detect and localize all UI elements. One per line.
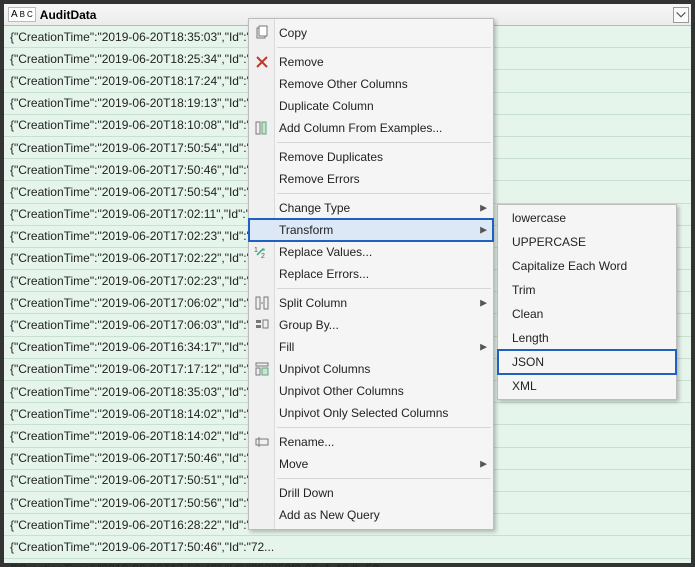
menu-label: Split Column	[279, 296, 347, 310]
menu-copy[interactable]: Copy	[249, 22, 493, 44]
menu-label: Duplicate Column	[279, 99, 374, 113]
submenu-capitalize[interactable]: Capitalize Each Word	[498, 254, 676, 278]
submenu-length[interactable]: Length	[498, 326, 676, 350]
submenu-clean[interactable]: Clean	[498, 302, 676, 326]
menu-label: Capitalize Each Word	[512, 259, 627, 273]
menu-label: Unpivot Only Selected Columns	[279, 406, 448, 420]
table-row[interactable]: {"CreationTime":"2019-06-20T17:50:46","I…	[4, 559, 691, 567]
menu-change-type[interactable]: Change Type ▶	[249, 197, 493, 219]
window: ABC AuditData {"CreationTime":"2019-06-2…	[0, 0, 695, 567]
menu-label: lowercase	[512, 211, 566, 225]
submenu-arrow-icon: ▶	[480, 459, 487, 470]
menu-label: Remove Duplicates	[279, 150, 383, 164]
menu-drill-down[interactable]: Drill Down	[249, 482, 493, 504]
menu-unpivot-other-columns[interactable]: Unpivot Other Columns	[249, 380, 493, 402]
menu-rename[interactable]: Rename...	[249, 431, 493, 453]
submenu-uppercase[interactable]: UPPERCASE	[498, 230, 676, 254]
column-examples-icon	[253, 119, 271, 137]
menu-replace-errors[interactable]: Replace Errors...	[249, 263, 493, 285]
menu-label: Replace Errors...	[279, 267, 369, 281]
submenu-arrow-icon: ▶	[480, 298, 487, 309]
svg-text:2: 2	[261, 253, 265, 260]
menu-remove-duplicates[interactable]: Remove Duplicates	[249, 146, 493, 168]
menu-unpivot-selected-columns[interactable]: Unpivot Only Selected Columns	[249, 402, 493, 424]
menu-label: Copy	[279, 26, 307, 40]
menu-remove[interactable]: Remove	[249, 51, 493, 73]
menu-unpivot-columns[interactable]: Unpivot Columns	[249, 358, 493, 380]
submenu-trim[interactable]: Trim	[498, 278, 676, 302]
menu-remove-errors[interactable]: Remove Errors	[249, 168, 493, 190]
chevron-down-icon	[674, 7, 688, 23]
menu-label: Group By...	[279, 318, 339, 332]
split-column-icon	[253, 294, 271, 312]
menu-label: Change Type	[279, 201, 350, 215]
menu-label: Length	[512, 331, 549, 345]
menu-label: Transform	[279, 223, 333, 237]
menu-remove-other-columns[interactable]: Remove Other Columns	[249, 73, 493, 95]
submenu-lowercase[interactable]: lowercase	[498, 206, 676, 230]
menu-label: Rename...	[279, 435, 334, 449]
type-icon: ABC	[8, 7, 36, 22]
submenu-xml[interactable]: XML	[498, 374, 676, 398]
menu-label: Add as New Query	[279, 508, 380, 522]
unpivot-icon	[253, 360, 271, 378]
menu-label: Add Column From Examples...	[279, 121, 442, 135]
rename-icon	[253, 433, 271, 451]
menu-label: Remove	[279, 55, 324, 69]
submenu-arrow-icon: ▶	[480, 342, 487, 353]
menu-add-as-new-query[interactable]: Add as New Query	[249, 504, 493, 526]
submenu-arrow-icon: ▶	[480, 203, 487, 214]
submenu-json[interactable]: JSON	[498, 350, 676, 374]
group-by-icon	[253, 316, 271, 334]
column-filter-dropdown[interactable]	[673, 7, 689, 23]
menu-duplicate-column[interactable]: Duplicate Column	[249, 95, 493, 117]
menu-fill[interactable]: Fill ▶	[249, 336, 493, 358]
context-menu: Copy Remove Remove Other Columns Duplica…	[248, 18, 494, 530]
table-row[interactable]: {"CreationTime":"2019-06-20T17:50:46","I…	[4, 536, 691, 558]
menu-label: Replace Values...	[279, 245, 372, 259]
menu-add-column-from-examples[interactable]: Add Column From Examples...	[249, 117, 493, 139]
menu-label: Unpivot Other Columns	[279, 384, 404, 398]
menu-label: Move	[279, 457, 308, 471]
menu-label: Clean	[512, 307, 543, 321]
remove-icon	[253, 53, 271, 71]
menu-split-column[interactable]: Split Column ▶	[249, 292, 493, 314]
menu-label: Remove Errors	[279, 172, 360, 186]
menu-label: Trim	[512, 283, 536, 297]
replace-values-icon: 12	[253, 243, 271, 261]
menu-label: Unpivot Columns	[279, 362, 370, 376]
submenu-arrow-icon: ▶	[480, 225, 487, 236]
menu-label: Remove Other Columns	[279, 77, 408, 91]
menu-move[interactable]: Move ▶	[249, 453, 493, 475]
copy-icon	[253, 24, 271, 42]
menu-label: XML	[512, 379, 537, 393]
menu-group-by[interactable]: Group By...	[249, 314, 493, 336]
menu-label: Fill	[279, 340, 294, 354]
svg-text:1: 1	[254, 247, 258, 254]
menu-transform[interactable]: Transform ▶	[249, 219, 493, 241]
menu-label: Drill Down	[279, 486, 334, 500]
menu-replace-values[interactable]: 12 Replace Values...	[249, 241, 493, 263]
menu-label: JSON	[512, 355, 544, 369]
menu-label: UPPERCASE	[512, 235, 586, 249]
transform-submenu: lowercase UPPERCASE Capitalize Each Word…	[497, 204, 677, 400]
